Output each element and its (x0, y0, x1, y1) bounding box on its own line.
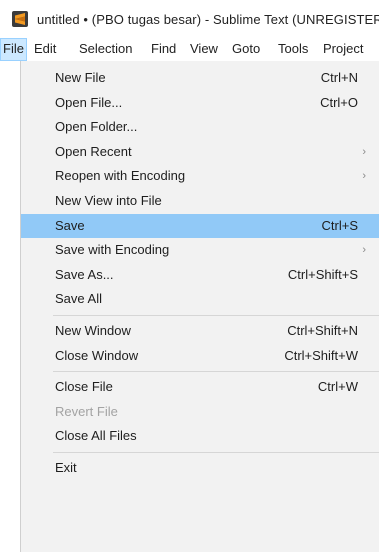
menu-separator (53, 371, 379, 373)
menu-item-label: Save (55, 217, 85, 233)
menu-item-save-all[interactable]: Save All (21, 287, 379, 311)
menu-item-shortcut: Ctrl+W (317, 379, 358, 395)
menu-item-open-folder[interactable]: Open Folder... (21, 115, 379, 139)
submenu-arrow-icon: › (362, 145, 366, 158)
submenu-arrow-icon: › (362, 170, 366, 183)
menubar-item-find[interactable]: Find (149, 38, 176, 61)
menu-item-label: New Window (55, 323, 131, 338)
menu-item-exit[interactable]: Exit (21, 456, 379, 480)
menu-item-label: Open Recent (55, 143, 132, 159)
menu-item-close-all-files[interactable]: Close All Files (21, 424, 379, 448)
window-title: untitled • (PBO tugas besar) - Sublime T… (37, 11, 379, 27)
menubar-item-project[interactable]: Project (321, 38, 363, 61)
menu-item-save[interactable]: Save Ctrl+S (21, 213, 379, 238)
menubar-item-edit[interactable]: Edit (32, 38, 56, 61)
menu-item-label: Reopen with Encoding (55, 168, 186, 184)
menu-item-new-view-into-file[interactable]: New View into File (21, 189, 379, 213)
sublime-text-icon (12, 11, 28, 27)
menu-item-new-file[interactable]: New File Ctrl+N (21, 66, 379, 90)
menu-item-label: New File (55, 70, 106, 85)
menu-item-label: New View into File (55, 193, 162, 208)
menu-item-close-file[interactable]: Close File Ctrl+W (21, 375, 379, 399)
menu-item-revert-file: Revert File (21, 400, 379, 424)
menu-item-close-window[interactable]: Close Window Ctrl+Shift+W (21, 344, 379, 368)
menubar-item-goto[interactable]: Goto (230, 38, 260, 61)
menu-item-label: Save All (55, 291, 102, 307)
menu-item-label: Close File (55, 379, 113, 395)
title-bar: untitled • (PBO tugas besar) - Sublime T… (0, 0, 379, 38)
menu-item-shortcut: Ctrl+O (320, 94, 358, 110)
menu-item-open-recent[interactable]: Open Recent › (21, 140, 379, 164)
menu-item-open-file[interactable]: Open File... Ctrl+O (21, 91, 379, 115)
menu-item-label: Save As... (55, 266, 114, 282)
menu-item-save-with-encoding[interactable]: Save with Encoding › (21, 238, 379, 262)
menubar-item-view[interactable]: View (188, 38, 218, 61)
menu-item-label: Open File... (55, 94, 123, 110)
menu-item-label: Exit (55, 460, 77, 475)
file-menu-dropdown: New File Ctrl+N Open File... Ctrl+O Open Fol… (20, 61, 379, 552)
menu-item-label: Revert File (55, 403, 118, 419)
menubar-item-selection[interactable]: Selection (77, 38, 132, 61)
menu-item-label: Open Folder... (55, 119, 138, 135)
menu-item-shortcut: Ctrl+S (321, 217, 358, 233)
menubar-item-tools[interactable]: Tools (276, 38, 308, 61)
menu-item-shortcut: Ctrl+N (320, 70, 358, 85)
menu-item-shortcut: Ctrl+Shift+W (284, 347, 358, 363)
menu-item-label: Close Window (55, 347, 139, 363)
menubar-item-file[interactable]: File (0, 38, 27, 61)
menu-item-new-window[interactable]: New Window Ctrl+Shift+N (21, 319, 379, 343)
menu-item-shortcut: Ctrl+Shift+S (287, 266, 358, 282)
menu-bar: File Edit Selection Find View Goto Tools Projec… (0, 38, 379, 61)
menu-item-label: Save with Encoding (55, 242, 170, 258)
menu-item-reopen-with-encoding[interactable]: Reopen with Encoding › (21, 164, 379, 188)
menu-item-save-as[interactable]: Save As... Ctrl+Shift+S (21, 263, 379, 287)
menu-item-shortcut: Ctrl+Shift+N (287, 323, 358, 338)
menu-item-label: Close All Files (55, 428, 137, 444)
menu-separator (53, 315, 379, 316)
menu-separator (53, 452, 379, 453)
submenu-arrow-icon: › (362, 244, 366, 257)
